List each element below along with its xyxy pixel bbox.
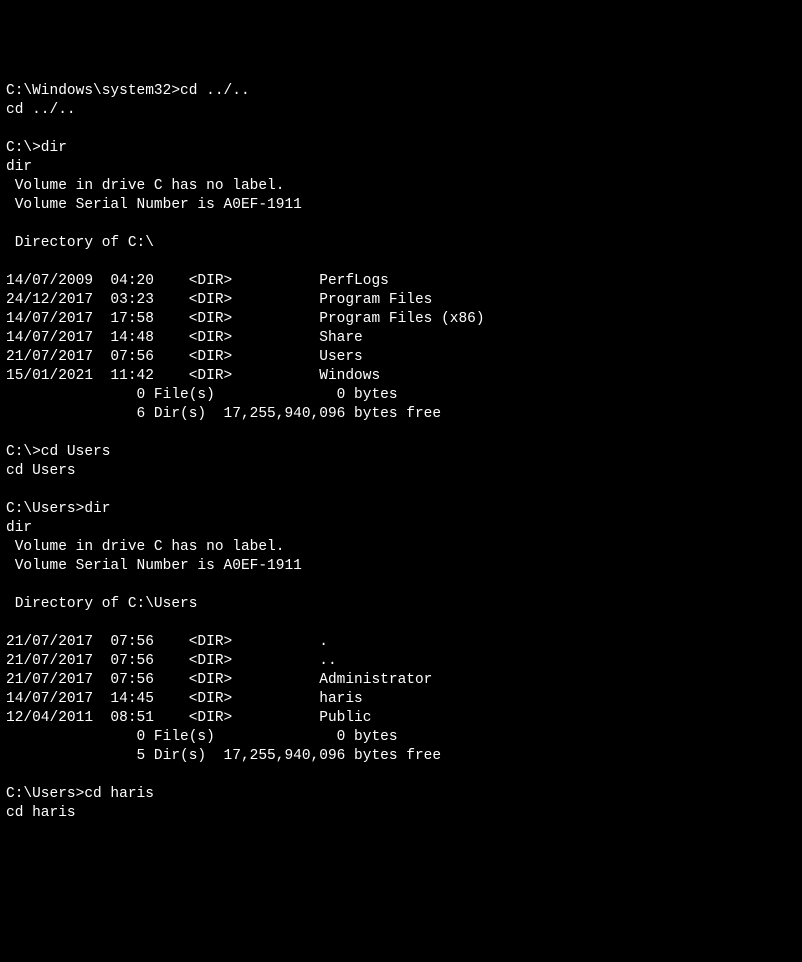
terminal-output[interactable]: C:\Windows\system32>cd ../.. cd ../.. C:… <box>6 82 796 823</box>
